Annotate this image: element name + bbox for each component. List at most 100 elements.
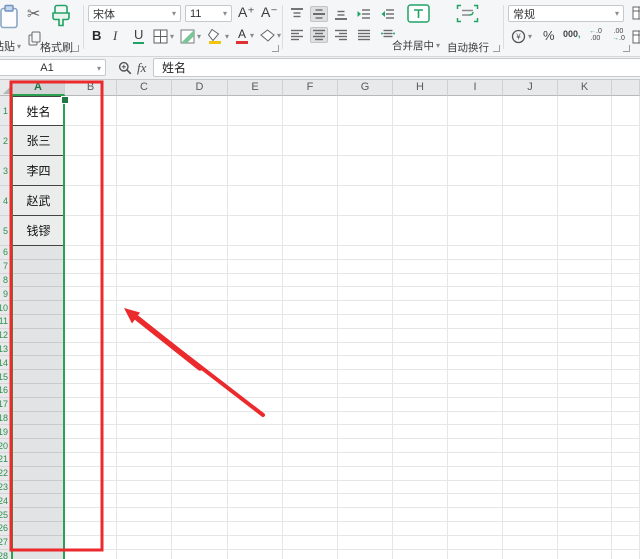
cell-I8[interactable] bbox=[448, 273, 503, 288]
align-middle-button[interactable] bbox=[310, 6, 328, 22]
cell-A23[interactable] bbox=[12, 480, 65, 495]
cell-H15[interactable] bbox=[393, 370, 448, 384]
cell-A2[interactable]: 张三 bbox=[12, 126, 65, 156]
cell-G23[interactable] bbox=[338, 480, 393, 495]
column-header-B[interactable]: B bbox=[65, 79, 117, 96]
cell-G25[interactable] bbox=[338, 508, 393, 522]
cell-J23[interactable] bbox=[503, 480, 558, 495]
cell-E24[interactable] bbox=[228, 494, 283, 509]
cell-J13[interactable] bbox=[503, 342, 558, 357]
cell-D19[interactable] bbox=[172, 425, 228, 440]
name-box[interactable]: A1 ▾ bbox=[0, 59, 106, 76]
cell-F10[interactable] bbox=[283, 301, 338, 315]
bold-button[interactable]: B bbox=[92, 28, 101, 43]
cell-L9[interactable] bbox=[612, 287, 640, 302]
thousands-separator-button[interactable]: 000, bbox=[563, 29, 581, 39]
column-header-partial[interactable] bbox=[612, 79, 640, 96]
cell-B12[interactable] bbox=[65, 328, 117, 343]
cell-F23[interactable] bbox=[283, 480, 338, 495]
cell-H25[interactable] bbox=[393, 508, 448, 522]
cell-H2[interactable] bbox=[393, 126, 448, 156]
cell-C23[interactable] bbox=[117, 480, 172, 495]
cell-F25[interactable] bbox=[283, 508, 338, 522]
cell-H3[interactable] bbox=[393, 156, 448, 186]
cell-C4[interactable] bbox=[117, 186, 172, 216]
cell-G8[interactable] bbox=[338, 273, 393, 288]
cell-A12[interactable] bbox=[12, 328, 65, 343]
cell-D7[interactable] bbox=[172, 259, 228, 274]
cell-C2[interactable] bbox=[117, 126, 172, 156]
cell-E2[interactable] bbox=[228, 126, 283, 156]
zoom-search-icon[interactable] bbox=[118, 61, 132, 75]
cell-L25[interactable] bbox=[612, 508, 640, 522]
cell-G19[interactable] bbox=[338, 425, 393, 440]
cell-I4[interactable] bbox=[448, 186, 503, 216]
alignment-dialog-launcher[interactable] bbox=[493, 45, 500, 52]
wrap-text-icon[interactable] bbox=[456, 4, 479, 23]
cell-G12[interactable] bbox=[338, 328, 393, 343]
cell-A14[interactable] bbox=[12, 356, 65, 371]
cell-K14[interactable] bbox=[558, 356, 612, 371]
cell-J16[interactable] bbox=[503, 383, 558, 398]
cell-I24[interactable] bbox=[448, 494, 503, 509]
format-cells-button[interactable]: ▾ bbox=[632, 30, 640, 44]
cell-I6[interactable] bbox=[448, 246, 503, 260]
cell-K8[interactable] bbox=[558, 273, 612, 288]
wrap-text-button[interactable]: 自动换行 bbox=[447, 38, 489, 56]
cell-A19[interactable] bbox=[12, 425, 65, 440]
cell-J15[interactable] bbox=[503, 370, 558, 384]
format-painter-icon[interactable] bbox=[50, 3, 72, 29]
cell-J8[interactable] bbox=[503, 273, 558, 288]
cell-E26[interactable] bbox=[228, 521, 283, 536]
cell-C18[interactable] bbox=[117, 411, 172, 426]
cell-L23[interactable] bbox=[612, 480, 640, 495]
cell-G4[interactable] bbox=[338, 186, 393, 216]
cell-E27[interactable] bbox=[228, 535, 283, 550]
cell-D12[interactable] bbox=[172, 328, 228, 343]
font-dialog-launcher[interactable] bbox=[272, 45, 279, 52]
cell-G27[interactable] bbox=[338, 535, 393, 550]
cell-E1[interactable] bbox=[228, 96, 283, 126]
cell-I7[interactable] bbox=[448, 259, 503, 274]
cell-H16[interactable] bbox=[393, 383, 448, 398]
cell-F11[interactable] bbox=[283, 314, 338, 329]
cell-K27[interactable] bbox=[558, 535, 612, 550]
cell-A24[interactable] bbox=[12, 494, 65, 509]
accounting-format-button[interactable]: ¥ ▾ bbox=[511, 29, 532, 44]
column-header-K[interactable]: K bbox=[558, 79, 612, 96]
cell-H1[interactable] bbox=[393, 96, 448, 126]
cell-K12[interactable] bbox=[558, 328, 612, 343]
cell-D20[interactable] bbox=[172, 439, 228, 453]
cell-D18[interactable] bbox=[172, 411, 228, 426]
cell-I21[interactable] bbox=[448, 452, 503, 467]
cell-B21[interactable] bbox=[65, 452, 117, 467]
cell-K7[interactable] bbox=[558, 259, 612, 274]
cell-A16[interactable] bbox=[12, 383, 65, 398]
cell-A28[interactable] bbox=[12, 549, 65, 559]
decrease-indent-button[interactable] bbox=[355, 6, 373, 22]
cell-D14[interactable] bbox=[172, 356, 228, 371]
cell-E11[interactable] bbox=[228, 314, 283, 329]
clear-button[interactable]: ▾ bbox=[260, 29, 281, 42]
cell-G5[interactable] bbox=[338, 216, 393, 246]
cell-G24[interactable] bbox=[338, 494, 393, 509]
cell-H10[interactable] bbox=[393, 301, 448, 315]
cell-L2[interactable] bbox=[612, 126, 640, 156]
cell-J18[interactable] bbox=[503, 411, 558, 426]
cell-B3[interactable] bbox=[65, 156, 117, 186]
cell-E4[interactable] bbox=[228, 186, 283, 216]
cell-F12[interactable] bbox=[283, 328, 338, 343]
cell-G9[interactable] bbox=[338, 287, 393, 302]
cell-K9[interactable] bbox=[558, 287, 612, 302]
cell-F5[interactable] bbox=[283, 216, 338, 246]
cell-F8[interactable] bbox=[283, 273, 338, 288]
cut-icon[interactable]: ✂ bbox=[27, 4, 40, 24]
cell-H5[interactable] bbox=[393, 216, 448, 246]
merge-center-icon[interactable] bbox=[407, 4, 430, 23]
cell-A11[interactable] bbox=[12, 314, 65, 329]
cell-F26[interactable] bbox=[283, 521, 338, 536]
insert-function-icon[interactable]: fx bbox=[137, 60, 146, 76]
cell-B15[interactable] bbox=[65, 370, 117, 384]
cell-shading-button[interactable]: ▾ bbox=[180, 29, 201, 44]
number-format-select[interactable]: 常规 ▾ bbox=[508, 5, 624, 22]
